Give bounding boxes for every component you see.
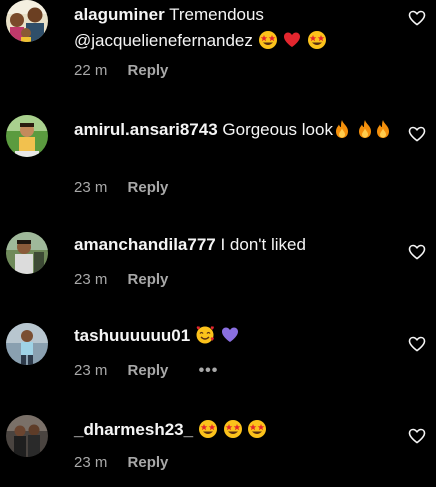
star-struck-emoji-icon [247,419,267,447]
star-struck-emoji-icon [198,419,218,447]
comment-username[interactable]: tashuuuuuu01 [74,326,190,345]
star-struck-emoji-icon [223,419,243,447]
smiling-face-with-hearts-emoji-icon [195,325,215,353]
comment-text: I don't liked [220,235,306,254]
avatar[interactable] [6,415,48,457]
avatar[interactable] [6,323,48,365]
fire-emoji-icon [374,119,392,147]
comment-time: 23 m [74,271,108,288]
heart-outline-icon[interactable] [408,244,426,260]
comment-meta: 23 m Reply [74,453,168,473]
comment-username[interactable]: amirul.ansari8743 [74,120,218,139]
comment-time: 23 m [74,454,108,471]
reply-button[interactable]: Reply [128,453,169,473]
comment-text: Gorgeous look [222,120,333,139]
comment-username[interactable]: amanchandila777 [74,235,216,254]
comment-time: 22 m [74,62,108,79]
heart-outline-icon[interactable] [408,10,426,26]
comment-body: _dharmesh23_ [74,417,392,447]
comment-meta: 23 m Reply [74,270,168,290]
purple-heart-emoji-icon [220,325,240,353]
reply-button[interactable]: Reply [128,61,169,81]
comment-username[interactable]: _dharmesh23_ [74,420,193,439]
fire-emoji-icon [333,119,351,147]
comment-time: 23 m [74,179,108,196]
red-heart-emoji-icon [282,30,302,58]
comment-meta: 23 m Reply ••• [74,361,218,381]
heart-outline-icon[interactable] [408,428,426,444]
comment-body: amirul.ansari8743 Gorgeous look [74,117,392,147]
comment-meta: 22 m Reply [74,61,168,81]
more-horizontal-icon[interactable]: ••• [199,361,219,381]
comment-body: tashuuuuuu01 [74,323,392,353]
reply-button[interactable]: Reply [128,178,169,198]
avatar[interactable] [6,232,48,274]
avatar[interactable] [6,0,48,42]
comment-username[interactable]: alaguminer [74,5,165,24]
comment-time: 23 m [74,362,108,379]
reply-button[interactable]: Reply [128,270,169,290]
star-struck-emoji-icon [258,30,278,58]
comment-meta: 23 m Reply [74,178,168,198]
heart-outline-icon[interactable] [408,126,426,142]
comment-body: amanchandila777 I don't liked [74,232,392,258]
fire-emoji-icon [356,119,374,147]
reply-button[interactable]: Reply [128,361,169,381]
avatar[interactable] [6,115,48,157]
heart-outline-icon[interactable] [408,336,426,352]
star-struck-emoji-icon [307,30,327,58]
comment-body: alaguminer Tremendous @jacquelienefernan… [74,2,392,58]
